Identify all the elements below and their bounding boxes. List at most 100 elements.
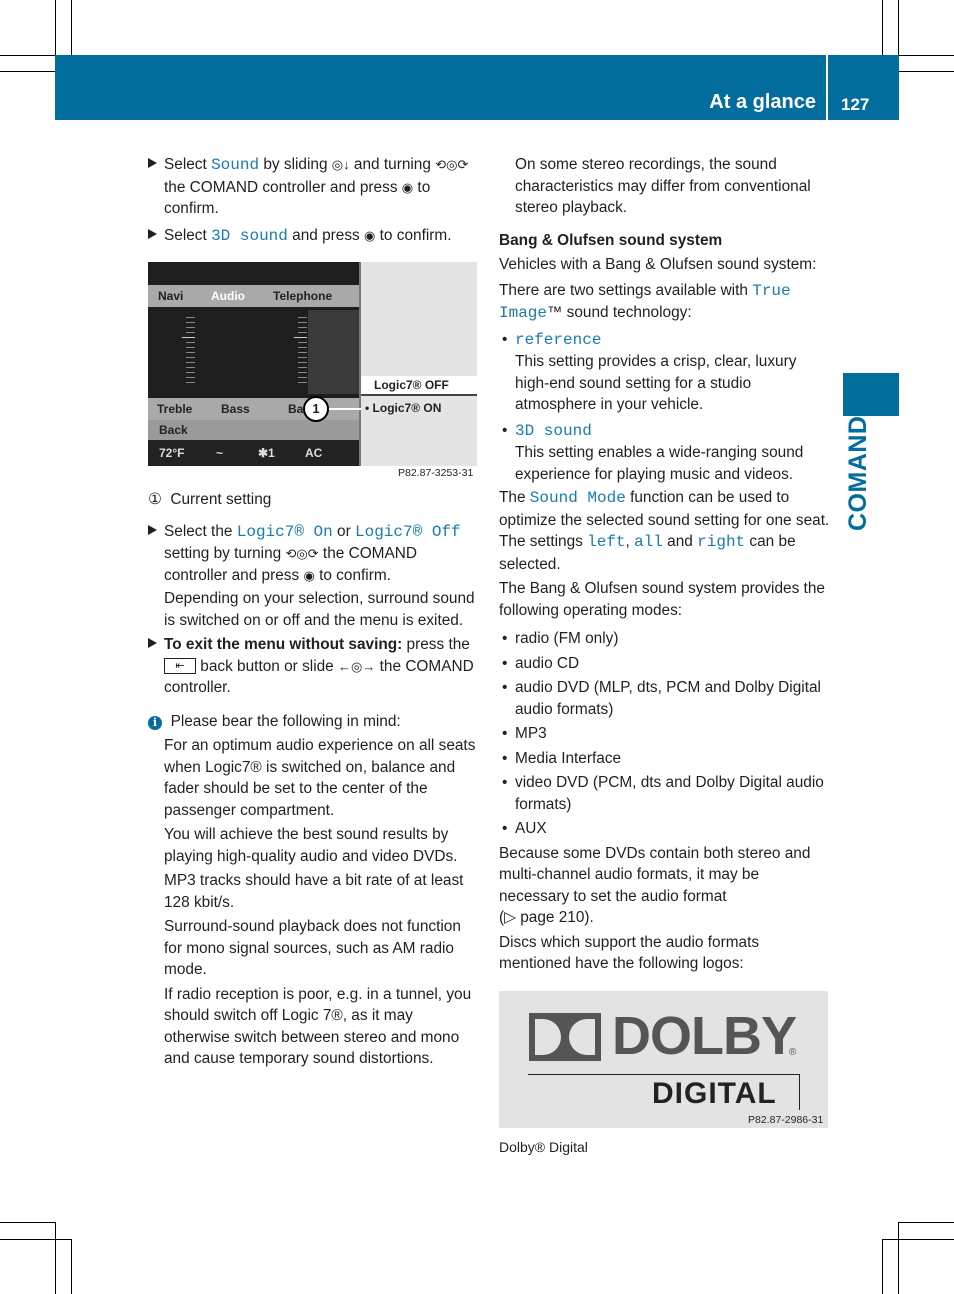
level-tick bbox=[186, 377, 195, 378]
logo-rule bbox=[528, 1074, 800, 1075]
level-tick bbox=[186, 327, 195, 328]
slide-left-right-icon: ←◎→ bbox=[338, 658, 376, 674]
discs-note: Discs which support the audio formats me… bbox=[499, 933, 760, 973]
mode-item: audio DVD (MLP, dts, PCM and Dolby Digit… bbox=[499, 677, 831, 720]
step-arrow-icon bbox=[148, 638, 157, 648]
crop-mark bbox=[898, 1222, 899, 1294]
mode-item: MP3 bbox=[499, 723, 831, 745]
section-heading: Bang & Olufsen sound system bbox=[499, 231, 723, 249]
step-arrow-icon bbox=[148, 158, 157, 168]
crop-mark bbox=[899, 71, 954, 72]
crop-mark bbox=[882, 1239, 883, 1294]
level-tick bbox=[186, 347, 195, 348]
left-column: Select Sound by sliding ◎↓ and turning ⟲… bbox=[148, 154, 480, 247]
press-controller-icon: ◉ bbox=[303, 567, 315, 583]
info-heading: i Please bear the following in mind: bbox=[148, 711, 480, 733]
screen-climate-bar: 72°F ~ ✱1 AC bbox=[148, 440, 359, 466]
screen-back-row: Back bbox=[148, 420, 359, 440]
screen-item-bass: Bass bbox=[221, 402, 250, 416]
level-tick bbox=[294, 337, 307, 338]
crop-mark bbox=[899, 55, 954, 56]
level-tick bbox=[298, 362, 307, 363]
setting-3d-sound-desc: This setting enables a wide-ranging soun… bbox=[515, 444, 804, 483]
level-tick bbox=[298, 377, 307, 378]
page-reference-link[interactable]: (▷ page 210). bbox=[499, 909, 594, 926]
level-tick bbox=[186, 367, 195, 368]
header-divider bbox=[826, 55, 828, 120]
settings-intro: There are two settings available with Tr… bbox=[499, 281, 791, 323]
turn-controller-icon: ⟲◎⟳ bbox=[285, 546, 319, 561]
crop-mark bbox=[882, 1239, 954, 1240]
screen-tab-telephone: Telephone bbox=[273, 289, 333, 303]
fan-icon: ✱1 bbox=[258, 446, 275, 460]
level-tick bbox=[186, 317, 195, 318]
mode-item: audio CD bbox=[499, 653, 831, 675]
crop-mark bbox=[0, 55, 55, 56]
info-icon: i bbox=[148, 715, 162, 730]
level-tick bbox=[298, 372, 307, 373]
seat-diagram bbox=[308, 310, 359, 394]
level-tick bbox=[298, 327, 307, 328]
registered-mark: ® bbox=[789, 1047, 797, 1058]
level-tick bbox=[298, 367, 307, 368]
level-tick bbox=[298, 342, 307, 343]
dolby-double-d-icon bbox=[529, 1013, 601, 1061]
step-select-3d-sound: Select 3D sound and press ◉ to confirm. bbox=[148, 225, 480, 248]
crop-mark bbox=[71, 0, 72, 55]
mode-item: Media Interface bbox=[499, 748, 831, 770]
level-tick bbox=[186, 372, 195, 373]
level-tick bbox=[186, 357, 195, 358]
legend-item: ① Current setting bbox=[148, 491, 272, 508]
logo-figure-code: P82.87-2986-31 bbox=[748, 1114, 824, 1126]
level-tick bbox=[298, 347, 307, 348]
info-paragraph: If radio reception is poor, e.g. in a tu… bbox=[164, 985, 472, 1068]
section-title: At a glance bbox=[709, 91, 816, 113]
slide-down-icon: ◎↓ bbox=[331, 157, 350, 172]
level-tick bbox=[298, 382, 307, 383]
setting-3d-sound: 3D sound bbox=[499, 420, 831, 443]
dolby-digital-logo: DOLBY ® DIGITAL P82.87-2986-31 bbox=[499, 991, 828, 1128]
crop-mark bbox=[0, 1222, 55, 1223]
digital-wordmark: DIGITAL bbox=[652, 1077, 777, 1110]
airflow-icon: ~ bbox=[216, 446, 224, 460]
intro-paragraph: On some stereo recordings, the sound cha… bbox=[515, 156, 811, 216]
right-column: On some stereo recordings, the sound cha… bbox=[499, 154, 831, 975]
option-logic7-off: Logic7® OFF bbox=[361, 376, 477, 396]
figure-code: P82.87-3253-31 bbox=[398, 467, 474, 479]
screen-tab-navi: Navi bbox=[158, 289, 184, 303]
crop-mark bbox=[55, 0, 56, 55]
screen-item-treble: Treble bbox=[157, 402, 193, 416]
sound-mode-paragraph: The Sound Mode function can be used to o… bbox=[499, 489, 830, 573]
step-select-logic7: Select the Logic7® On or Logic7® Off set… bbox=[148, 521, 480, 587]
mode-item: radio (FM only) bbox=[499, 628, 831, 650]
option-logic7-on: • Logic7® ON bbox=[365, 401, 442, 415]
crop-mark bbox=[0, 1239, 71, 1240]
level-tick bbox=[186, 352, 195, 353]
level-tick bbox=[186, 332, 195, 333]
crop-mark bbox=[899, 1222, 954, 1223]
turn-controller-icon: ⟲◎⟳ bbox=[435, 157, 469, 172]
level-tick bbox=[182, 337, 195, 338]
level-tick bbox=[298, 322, 307, 323]
screen-menu-bar: Navi Audio Telephone bbox=[148, 285, 359, 307]
step-exit-menu: To exit the menu without saving: press t… bbox=[148, 634, 480, 699]
level-tick bbox=[186, 382, 195, 383]
logo-rule bbox=[799, 1074, 800, 1110]
dvd-note: Because some DVDs contain both stereo an… bbox=[499, 844, 811, 927]
left-column-lower: ① Current setting Select the Logic7® On … bbox=[148, 489, 480, 1070]
setting-reference: reference bbox=[499, 329, 831, 352]
menu-item-3d-sound: 3D sound bbox=[211, 226, 288, 245]
vehicles-note: Vehicles with a Bang & Olufsen sound sys… bbox=[499, 256, 817, 273]
side-tab-label: COMAND bbox=[844, 415, 872, 532]
page-header: At a glance 127 bbox=[55, 55, 899, 120]
screen-back-label: Back bbox=[159, 423, 188, 437]
logo-caption: Dolby® Digital bbox=[499, 1139, 588, 1155]
back-button-icon: ⇤ bbox=[164, 658, 196, 675]
level-tick bbox=[298, 357, 307, 358]
menu-item-logic7-on: Logic7® On bbox=[236, 522, 333, 541]
step-select-sound: Select Sound by sliding ◎↓ and turning ⟲… bbox=[148, 154, 480, 220]
mode-item: video DVD (PCM, dts and Dolby Digital au… bbox=[499, 772, 831, 815]
level-tick bbox=[298, 352, 307, 353]
step-arrow-icon bbox=[148, 228, 157, 239]
page-number: 127 bbox=[841, 95, 870, 114]
